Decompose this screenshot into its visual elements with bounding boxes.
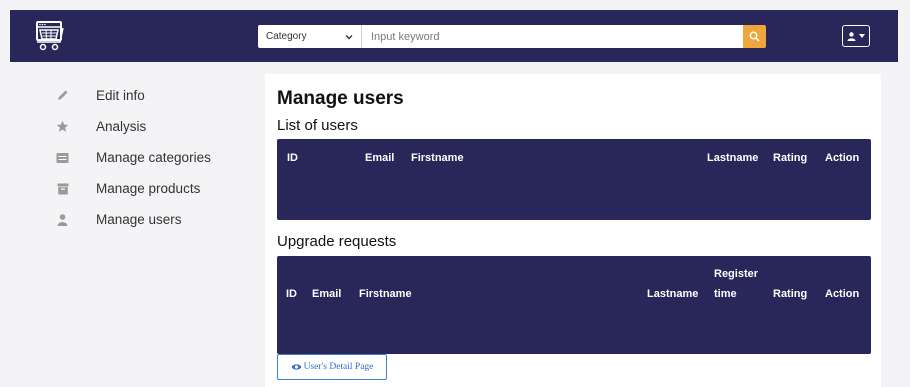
users-col-firstname: Firstname <box>411 152 464 164</box>
users-col-lastname: Lastname <box>707 152 759 164</box>
pencil-icon <box>55 88 70 103</box>
requests-col-time: time <box>714 288 737 300</box>
user-detail-page-button[interactable]: User's Detail Page <box>277 354 387 380</box>
search-button[interactable] <box>743 25 766 48</box>
users-col-rating: Rating <box>773 152 808 164</box>
caret-down-icon <box>859 34 865 38</box>
sidebar-menu: Edit info Analysis Manage categories Man… <box>55 80 255 235</box>
sidebar-item-manage-users[interactable]: Manage users <box>55 204 255 235</box>
sidebar-item-label: Manage categories <box>96 150 211 165</box>
requests-col-rating: Rating <box>773 288 808 300</box>
sidebar-item-label: Edit info <box>96 88 145 103</box>
sidebar-item-analysis[interactable]: Analysis <box>55 111 255 142</box>
users-col-email: Email <box>365 152 395 164</box>
sidebar-item-manage-categories[interactable]: Manage categories <box>55 142 255 173</box>
sidebar-item-label: Manage products <box>96 181 201 196</box>
upgrade-requests-table: ID Email Firstname Lastname Register tim… <box>277 256 871 354</box>
top-navbar: Category <box>10 10 898 62</box>
shop-cart-logo-icon[interactable] <box>34 20 66 52</box>
chevron-down-icon <box>345 34 353 39</box>
user-icon <box>55 212 70 227</box>
requests-col-id: ID <box>286 288 297 300</box>
category-select-label: Category <box>266 31 307 42</box>
eye-icon <box>291 364 302 370</box>
search-bar: Category <box>258 25 766 48</box>
requests-col-action: Action <box>825 288 860 300</box>
keyword-search-input[interactable] <box>362 25 743 48</box>
star-icon <box>55 119 70 134</box>
users-col-action: Action <box>825 152 860 164</box>
sidebar-item-manage-products[interactable]: Manage products <box>55 173 255 204</box>
main-content-card: Manage users List of users ID Email Firs… <box>265 74 881 387</box>
users-col-id: ID <box>287 152 298 164</box>
requests-col-lastname: Lastname <box>647 288 699 300</box>
list-icon <box>55 150 70 165</box>
user-icon <box>847 31 856 41</box>
user-detail-page-label: User's Detail Page <box>303 362 374 372</box>
requests-col-register: Register <box>714 268 759 280</box>
user-menu-button[interactable] <box>842 25 870 47</box>
archive-icon <box>55 181 70 196</box>
users-section-heading: List of users <box>277 117 358 134</box>
search-icon <box>749 31 760 42</box>
requests-section-heading: Upgrade requests <box>277 233 397 250</box>
requests-col-email: Email <box>312 288 342 300</box>
category-select[interactable]: Category <box>258 25 362 48</box>
users-table: ID Email Firstname Lastname Rating Actio… <box>277 139 871 220</box>
requests-col-firstname: Firstname <box>359 288 412 300</box>
page-title: Manage users <box>277 88 404 109</box>
sidebar-item-label: Manage users <box>96 212 182 227</box>
sidebar-item-edit-info[interactable]: Edit info <box>55 80 255 111</box>
sidebar-item-label: Analysis <box>96 119 147 134</box>
